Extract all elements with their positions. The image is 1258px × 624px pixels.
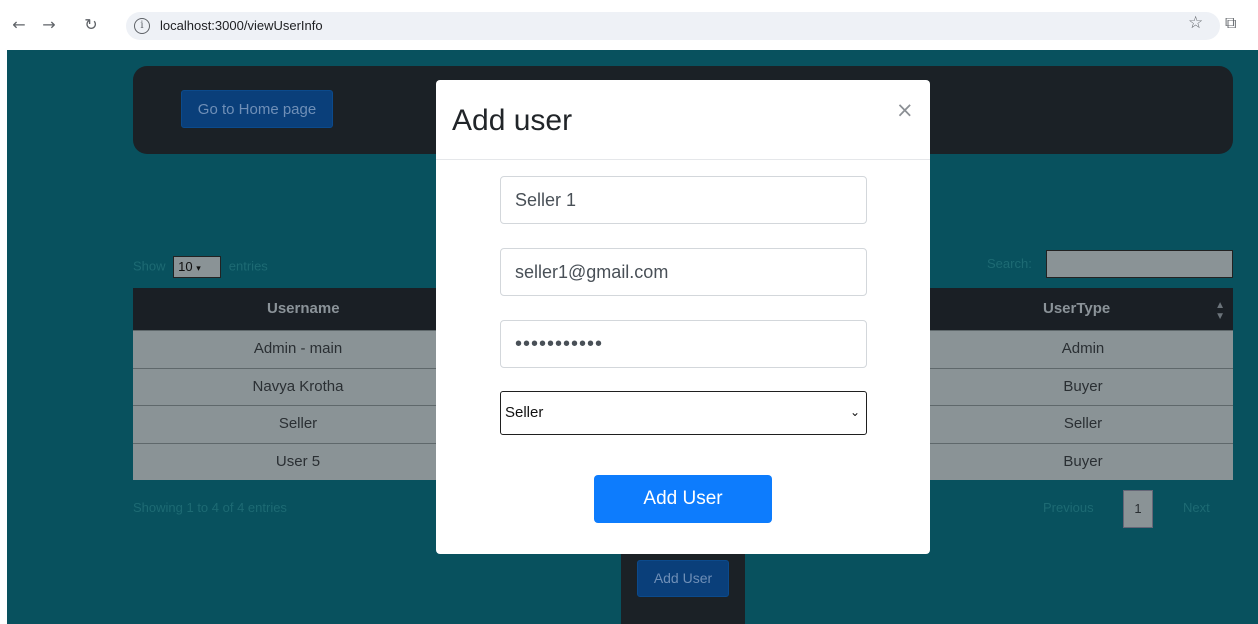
cell-usertype: Buyer [1063,377,1103,395]
info-icon[interactable]: i [134,18,150,34]
search-input[interactable] [1046,250,1233,278]
cell-usertype: Seller [1063,415,1103,432]
search-label: Search: [987,256,1032,271]
column-header-username[interactable]: Username [267,300,340,317]
reload-icon[interactable]: ↻ [80,14,102,36]
star-icon[interactable]: ☆ [1188,13,1203,33]
close-icon[interactable]: × [896,98,914,122]
cell-username: Navya Krotha [252,377,344,395]
arrow-right-icon[interactable]: → [38,14,60,36]
cell-usertype: Buyer [1063,452,1103,470]
usertype-select-value: Seller [505,404,544,421]
table-info: Showing 1 to 4 of 4 entries [133,500,287,515]
table-search: Search: [987,250,1233,278]
pagination-page-1[interactable]: 1 [1123,490,1153,528]
chevron-down-icon: ▾ [196,263,201,273]
sort-icon[interactable]: ▲ ▼ [1215,300,1225,322]
cell-usertype: Admin [1061,340,1105,357]
modal-header: Add user × [436,80,930,160]
puzzle-icon[interactable]: ⧉ [1225,13,1236,33]
modal-title: Add user [452,104,573,137]
cell-username: Seller [278,415,318,432]
url-text[interactable]: localhost:3000/viewUserInfo [160,18,323,33]
add-user-modal: Add user × Seller 1 seller1@gmail.com ••… [436,80,930,554]
entries-length-control: Show 10 ▾ entries [133,256,268,278]
bottom-action-panel: Add User [621,548,745,624]
show-label: Show [133,258,166,274]
username-field[interactable]: Seller 1 [500,176,867,224]
arrow-left-icon[interactable]: ← [8,14,30,36]
entries-label: entries [228,258,268,274]
chevron-down-icon: ⌄ [849,405,860,419]
entries-select[interactable]: 10 ▾ [173,256,222,278]
cell-username: User 5 [275,452,321,470]
address-bar[interactable]: i localhost:3000/viewUserInfo [126,12,1220,40]
entries-select-value: 10 [178,259,193,274]
open-add-user-button[interactable]: Add User [637,560,729,597]
cell-username: Admin - main [253,340,343,357]
password-field[interactable]: ••••••••••• [500,320,867,368]
pagination-next[interactable]: Next [1183,500,1210,515]
pagination-previous[interactable]: Previous [1043,500,1094,515]
add-user-submit-button[interactable]: Add User [594,475,772,523]
go-home-button[interactable]: Go to Home page [181,90,333,128]
browser-toolbar: ← → ↻ i localhost:3000/viewUserInfo ☆ ⧉ [0,0,1258,50]
usertype-select[interactable]: Seller ⌄ [500,391,867,435]
email-field[interactable]: seller1@gmail.com [500,248,867,296]
column-header-usertype[interactable]: UserType [1043,300,1110,317]
